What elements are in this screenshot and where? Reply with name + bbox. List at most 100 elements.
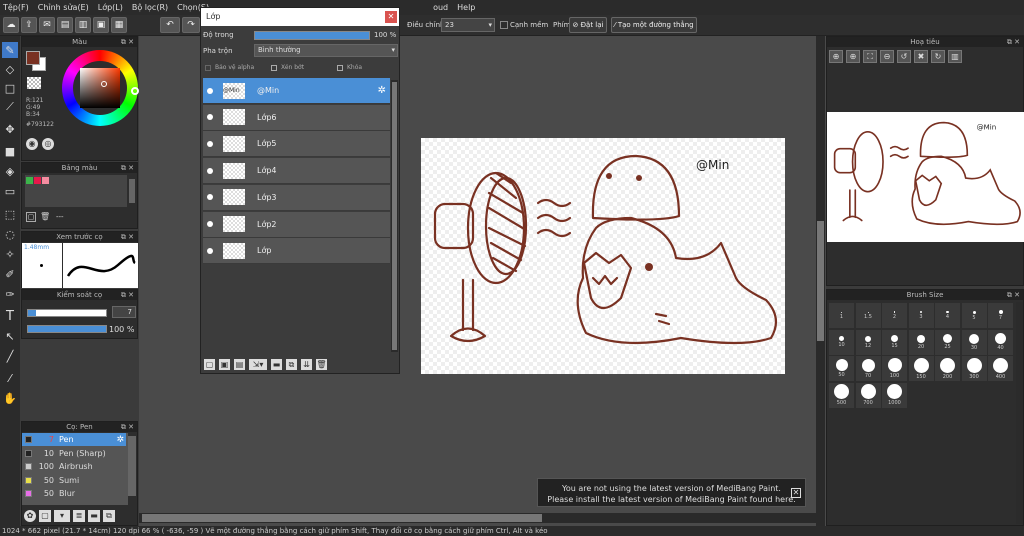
zoom-out-icon[interactable]: ⊖: [880, 50, 894, 63]
layer-window-titlebar[interactable]: Lớp ✕: [201, 8, 399, 26]
menu-filter[interactable]: Bộ lọc(R): [132, 3, 168, 12]
cloud-icon[interactable]: ☁: [3, 17, 19, 33]
canvas-horizontal-scrollbar[interactable]: [139, 513, 816, 523]
zoom-in-icon[interactable]: ⊕: [829, 50, 843, 63]
select-pen-icon[interactable]: ✐: [2, 266, 18, 282]
select-tool-icon[interactable]: ⬚: [2, 206, 18, 222]
redo-icon[interactable]: ↷: [182, 17, 200, 33]
new-layer-icon[interactable]: ▢: [204, 359, 215, 370]
color-wheel[interactable]: [62, 50, 139, 126]
panel-icon[interactable]: ▤: [57, 17, 73, 33]
palette-icon[interactable]: ◉: [26, 138, 38, 150]
menu-cloud[interactable]: oud: [433, 3, 448, 12]
brush-size-scrollbar[interactable]: [1016, 302, 1023, 524]
panel-close-icon[interactable]: ⧉ ✕: [121, 163, 134, 173]
brush-size-cell[interactable]: 4: [935, 303, 960, 328]
navigator-preview[interactable]: @Min: [827, 112, 1024, 242]
brush-size-cell[interactable]: 12: [855, 329, 881, 355]
copy-brush-icon[interactable]: ⧉: [103, 510, 115, 522]
save-icon[interactable]: ▣: [93, 17, 109, 33]
visibility-eye-icon[interactable]: [207, 194, 213, 201]
panel-close-icon[interactable]: ⧉ ✕: [121, 422, 134, 432]
add-brush-menu-icon[interactable]: ▾: [54, 510, 70, 522]
panel-close-icon[interactable]: ⧉ ✕: [121, 37, 134, 47]
foreground-color[interactable]: [26, 51, 40, 65]
pen-list-item[interactable]: 10 Pen (Sharp): [22, 447, 126, 460]
brush-size-cell[interactable]: 300: [961, 356, 987, 381]
operation-tool-icon[interactable]: ↖: [2, 328, 18, 344]
rotate-right-icon[interactable]: ↻: [931, 50, 945, 63]
visibility-eye-icon[interactable]: [207, 167, 213, 174]
palette-swatch[interactable]: [34, 177, 41, 184]
brush-size-cell[interactable]: 50: [829, 356, 854, 381]
hand-tool-icon[interactable]: ✋: [2, 390, 18, 406]
blend-mode-select[interactable]: Bình thường ▾: [254, 44, 398, 57]
brush-size-cell[interactable]: 40: [988, 329, 1013, 355]
layer-row[interactable]: Lớp3: [203, 184, 390, 211]
saturation-square[interactable]: [80, 68, 120, 108]
straight-line-button[interactable]: ⁄ Tạo một đường thẳng: [611, 17, 697, 33]
text-tool-icon[interactable]: T: [2, 308, 18, 324]
brush-size-cell[interactable]: 70: [855, 356, 881, 381]
menu-edit[interactable]: Chỉnh sửa(E): [38, 3, 89, 12]
soft-edge-checkbox[interactable]: [500, 21, 508, 29]
visibility-eye-icon[interactable]: [207, 140, 213, 147]
gradient-tool-icon[interactable]: ▭: [2, 183, 18, 199]
brush-size-cell[interactable]: 15: [882, 329, 907, 355]
panel-close-icon[interactable]: ⧉ ✕: [1007, 290, 1020, 300]
move-tool-icon[interactable]: ✥: [2, 121, 18, 137]
pen-list-item[interactable]: 7 Pen ✲: [22, 433, 126, 446]
correction-select[interactable]: 23 ▾: [441, 18, 495, 32]
brush-size-cell[interactable]: 1: [829, 303, 854, 328]
lock-checkbox[interactable]: [337, 65, 343, 71]
panel-close-icon[interactable]: ⧉ ✕: [121, 232, 134, 242]
layer-row[interactable]: Lớp4: [203, 158, 390, 185]
brush-size-cell[interactable]: 7: [988, 303, 1013, 328]
export-icon[interactable]: ⇪: [21, 17, 37, 33]
bucket-tool-icon[interactable]: ◈: [2, 163, 18, 179]
brush-size-cell[interactable]: 10: [829, 329, 854, 355]
navigator-menu-icon[interactable]: ▥: [948, 50, 962, 63]
palette-swatch[interactable]: [26, 177, 33, 184]
visibility-eye-icon[interactable]: [207, 221, 213, 227]
clipping-checkbox[interactable]: [271, 65, 277, 71]
close-icon[interactable]: ✕: [791, 488, 801, 498]
layout-icon[interactable]: ▥: [75, 17, 91, 33]
duplicate-layer-icon[interactable]: ⧉: [286, 359, 297, 370]
brush-size-cell[interactable]: 3: [908, 303, 934, 328]
rotate-left-icon[interactable]: ↺: [897, 50, 911, 63]
palette-swatch[interactable]: [42, 177, 49, 184]
brush-size-cell[interactable]: 100: [882, 356, 907, 381]
undo-icon[interactable]: ↶: [160, 17, 180, 33]
brush-size-cell[interactable]: 25: [935, 329, 960, 355]
fill-rect-tool-icon[interactable]: ■: [2, 143, 18, 159]
eraser-tool-icon[interactable]: ◇: [2, 61, 18, 77]
pen-list-item[interactable]: 100 Airbrush: [22, 460, 126, 473]
alpha-protect-checkbox[interactable]: [205, 65, 211, 71]
layer-menu-icon[interactable]: ⇲▾: [249, 359, 267, 370]
merge-layer-icon[interactable]: ⇊: [301, 359, 312, 370]
layer-opacity-slider[interactable]: [254, 31, 370, 40]
layer-row[interactable]: Lớp: [203, 238, 390, 265]
brush-size-input[interactable]: 7: [112, 306, 136, 318]
reset-button[interactable]: ⊘ Đặt lại: [569, 17, 607, 33]
layer-row[interactable]: Lớp6: [203, 104, 390, 131]
folder-icon[interactable]: ▬: [88, 510, 100, 522]
magic-wand-icon[interactable]: ✧: [2, 246, 18, 262]
pen-list-scrollbar[interactable]: [128, 436, 136, 496]
panel-close-icon[interactable]: ⧉ ✕: [1007, 37, 1020, 47]
transparent-color[interactable]: [27, 77, 41, 89]
comment-icon[interactable]: ✉: [39, 17, 55, 33]
delete-layer-icon[interactable]: 🗑: [316, 359, 327, 370]
brush-settings-icon[interactable]: ✿: [24, 510, 36, 522]
menu-file[interactable]: Tệp(F): [3, 3, 29, 12]
brush-size-cell[interactable]: 200: [935, 356, 960, 381]
visibility-eye-icon[interactable]: [207, 247, 213, 254]
palette-scrollbar[interactable]: [129, 179, 135, 203]
menu-help[interactable]: Help: [457, 3, 475, 12]
lasso-tool-icon[interactable]: ◌: [2, 226, 18, 242]
add-palette-icon[interactable]: ▢: [26, 212, 36, 222]
select-eraser-icon[interactable]: ✑: [2, 286, 18, 302]
brush-size-cell[interactable]: 500: [829, 382, 854, 408]
opacity-slider[interactable]: [27, 325, 107, 333]
